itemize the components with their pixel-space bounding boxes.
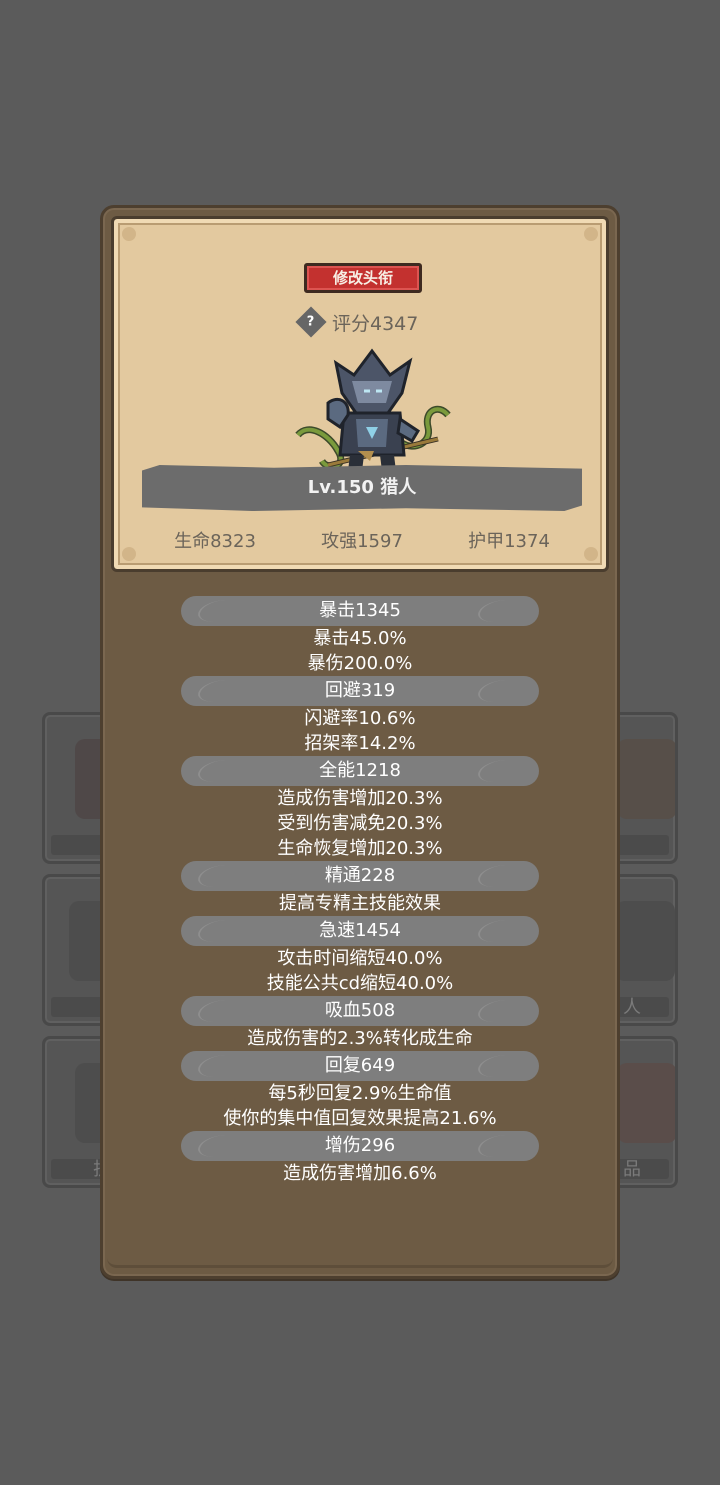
attribute-header-label: 吸血508 xyxy=(324,1000,396,1021)
attribute-header-label: 回避319 xyxy=(324,680,396,701)
attribute-header-haste: 急速1454 xyxy=(181,916,539,946)
help-icon[interactable]: ? xyxy=(295,306,327,338)
card-corner xyxy=(122,547,136,561)
attribute-detail: 提高专精主技能效果 xyxy=(279,893,441,914)
header-streak xyxy=(192,1135,248,1157)
tile-art xyxy=(615,901,675,981)
attribute-header-versatility: 全能1218 xyxy=(181,756,539,786)
attribute-detail: 受到伤害减免20.3% xyxy=(277,813,443,834)
card-corner xyxy=(584,227,598,241)
attribute-header-label: 全能1218 xyxy=(319,760,401,781)
attribute-header-label: 急速1454 xyxy=(319,920,401,941)
attribute-detail: 攻击时间缩短40.0% xyxy=(277,948,443,969)
header-streak xyxy=(472,680,528,702)
header-streak xyxy=(192,600,248,622)
attribute-detail: 使你的集中值回复效果提高21.6% xyxy=(223,1108,497,1129)
header-streak xyxy=(472,1135,528,1157)
tile-art xyxy=(617,1063,675,1143)
attribute-header-label: 增伤296 xyxy=(324,1135,396,1156)
header-streak xyxy=(472,1000,528,1022)
panel-bottom-edge xyxy=(107,1235,613,1268)
attribute-header-avoidance: 回避319 xyxy=(181,676,539,706)
attribute-detail: 闪避率10.6% xyxy=(304,708,416,729)
attribute-header-leech: 吸血508 xyxy=(181,996,539,1026)
header-streak xyxy=(472,1055,528,1077)
hunter-character-icon xyxy=(295,348,451,471)
attribute-header-recovery: 回复649 xyxy=(181,1051,539,1081)
tile-label: 品 xyxy=(623,1159,641,1180)
header-streak xyxy=(192,865,248,887)
header-streak xyxy=(192,760,248,782)
attribute-detail: 暴伤200.0% xyxy=(307,653,413,674)
attribute-header-mastery: 精通228 xyxy=(181,861,539,891)
header-streak xyxy=(192,1000,248,1022)
card-corner xyxy=(122,227,136,241)
help-icon-symbol: ? xyxy=(307,314,315,330)
attribute-header-label: 暴击1345 xyxy=(319,600,401,621)
attribute-header-damage-bonus: 增伤296 xyxy=(181,1131,539,1161)
character-name-banner: Lv.150 猎人 xyxy=(142,465,582,511)
hp-stat: 生命8323 xyxy=(174,531,256,552)
tile-art xyxy=(617,739,675,819)
core-stats-row: 生命8323 攻强1597 护甲1374 xyxy=(142,527,582,553)
score-value: 评分4347 xyxy=(332,312,419,335)
attribute-detail: 造成伤害的2.3%转化成生命 xyxy=(247,1028,473,1049)
header-streak xyxy=(472,865,528,887)
attack-stat: 攻强1597 xyxy=(321,531,403,552)
attribute-detail: 暴击45.0% xyxy=(313,628,407,649)
attribute-header-label: 回复649 xyxy=(324,1055,396,1076)
attribute-detail: 招架率14.2% xyxy=(304,733,416,754)
card-corner xyxy=(584,547,598,561)
attribute-header-label: 精通228 xyxy=(324,865,396,886)
header-streak xyxy=(192,680,248,702)
armor-stat: 护甲1374 xyxy=(468,531,550,552)
character-profile-card: 修改头衔 ? 评分4347 Lv.150 猎人 生命8323 攻强1597 护甲… xyxy=(111,216,609,572)
header-streak xyxy=(472,600,528,622)
attribute-list: 暴击1345 暴击45.0% 暴伤200.0% 回避319 闪避率10.6% 招… xyxy=(103,596,617,1186)
header-streak xyxy=(472,760,528,782)
header-streak xyxy=(472,920,528,942)
score-row: ? 评分4347 xyxy=(295,306,419,338)
header-streak xyxy=(192,1055,248,1077)
attribute-detail: 每5秒回复2.9%生命值 xyxy=(268,1083,452,1104)
attribute-detail: 造成伤害增加20.3% xyxy=(277,788,443,809)
attribute-detail: 生命恢复增加20.3% xyxy=(277,838,443,859)
character-stats-popup: 修改头衔 ? 评分4347 Lv.150 猎人 生命8323 攻强1597 护甲… xyxy=(100,205,620,1279)
attribute-detail: 技能公共cd缩短40.0% xyxy=(266,973,454,994)
edit-title-button[interactable]: 修改头衔 xyxy=(304,263,422,293)
tile-label: 人 xyxy=(623,997,641,1018)
attribute-header-crit: 暴击1345 xyxy=(181,596,539,626)
attribute-detail: 造成伤害增加6.6% xyxy=(283,1163,437,1184)
header-streak xyxy=(192,920,248,942)
